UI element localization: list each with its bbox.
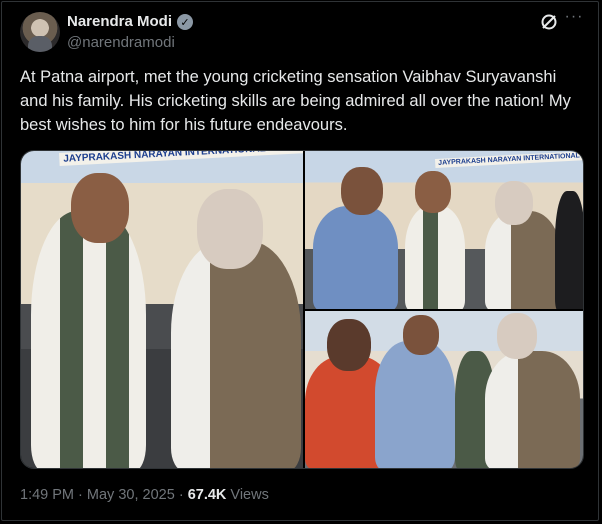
person-face [71, 173, 129, 243]
airport-sign: JAYPRAKASH NARAYAN INTERNATIONAL AIRPORT [59, 151, 303, 166]
person-face [327, 319, 371, 371]
separator: · [78, 487, 83, 503]
author-handle[interactable]: @narendramodi [67, 34, 175, 51]
post-text: At Patna airport, met the young cricketi… [20, 68, 571, 134]
views-label: Views [230, 487, 269, 503]
person-face [495, 181, 533, 225]
verified-badge-icon: ✓ [177, 14, 193, 30]
person-face [197, 189, 263, 269]
post-date[interactable]: May 30, 2025 [87, 487, 175, 503]
photo-top-right[interactable]: JAYPRAKASH NARAYAN INTERNATIONAL AIRPORT [305, 151, 583, 309]
person-figure [485, 211, 560, 309]
post-meta: 1:49 PM · May 30, 2025 · 67.4K Views [20, 487, 269, 503]
airport-sign: JAYPRAKASH NARAYAN INTERNATIONAL AIRPORT [435, 151, 583, 168]
author-name[interactable]: Narendra Modi [67, 13, 172, 30]
more-options-icon[interactable]: ··· [564, 9, 584, 30]
person-figure [31, 211, 146, 468]
photo-main[interactable]: JAYPRAKASH NARAYAN INTERNATIONAL AIRPORT [21, 151, 303, 468]
person-face [341, 167, 383, 215]
photo-bottom-right[interactable] [305, 311, 583, 468]
views-count: 67.4K [187, 487, 227, 503]
person-figure [171, 241, 301, 468]
person-figure [405, 206, 465, 309]
post-time[interactable]: 1:49 PM [20, 487, 74, 503]
person-figure [555, 191, 583, 309]
person-face [403, 315, 439, 355]
person-figure [485, 351, 580, 468]
person-figure [375, 341, 455, 468]
person-face [497, 313, 537, 359]
avatar[interactable] [20, 12, 60, 52]
person-face [415, 171, 451, 213]
separator: · [178, 487, 184, 503]
person-figure [313, 206, 398, 309]
grok-icon[interactable] [539, 12, 559, 32]
media-grid: JAYPRAKASH NARAYAN INTERNATIONAL AIRPORT… [20, 150, 584, 469]
